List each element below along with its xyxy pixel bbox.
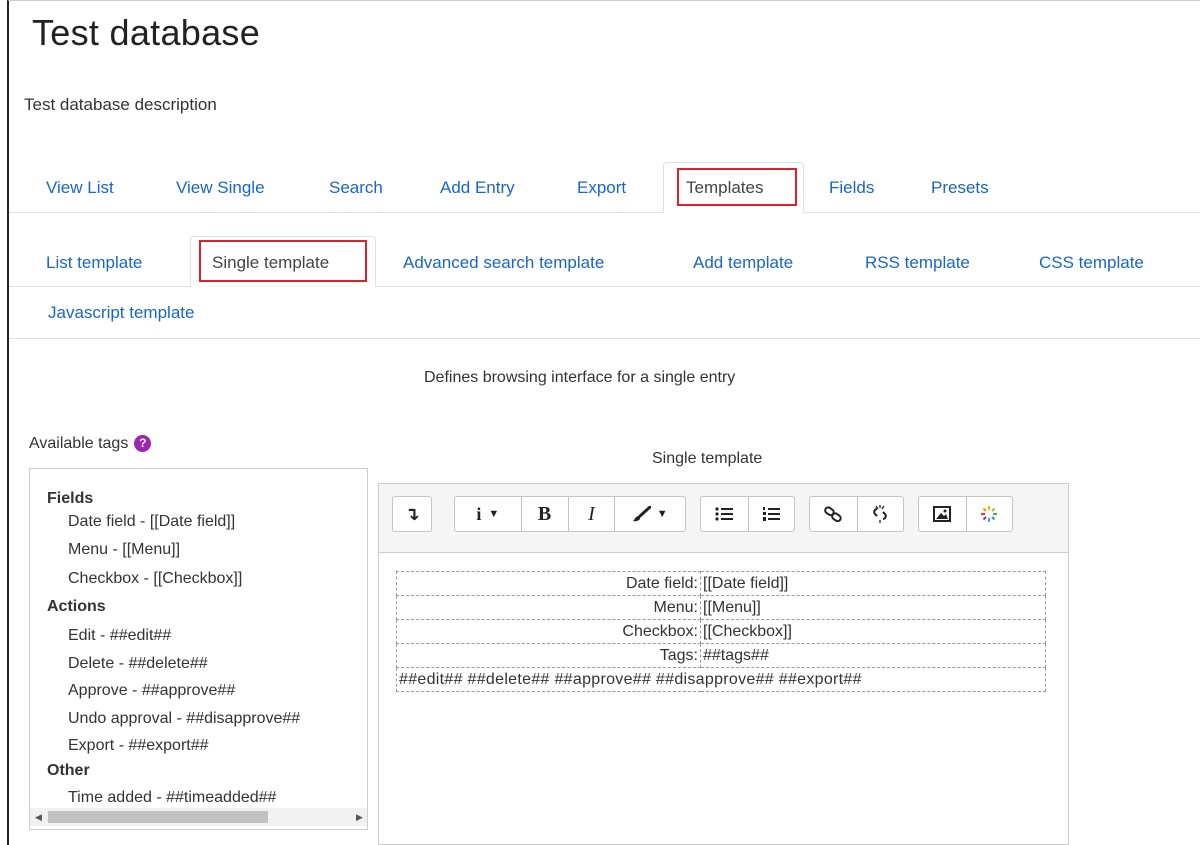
toolbar-group-format: i ▼ B I ▼: [454, 496, 686, 532]
tab-search[interactable]: Search: [329, 178, 383, 198]
available-tags-heading: Available tags?: [29, 435, 152, 453]
tag-item[interactable]: Menu - [[Menu]]: [68, 541, 180, 559]
available-tags-label: Available tags: [29, 435, 129, 452]
editor-caption: Single template: [652, 450, 763, 467]
chevron-down-icon: ▼: [656, 508, 668, 520]
tag-item[interactable]: Delete - ##delete##: [68, 655, 208, 673]
toggle-toolbar-icon[interactable]: ↴: [393, 497, 431, 531]
question-circle-icon[interactable]: ?: [134, 435, 152, 453]
scroll-left-arrow-icon[interactable]: ◀: [35, 812, 42, 823]
tab-add-template[interactable]: Add template: [693, 253, 793, 273]
tab-list-template[interactable]: List template: [46, 253, 142, 273]
italic-icon[interactable]: I: [569, 497, 616, 531]
row-label: Checkbox:: [396, 619, 701, 644]
tag-item[interactable]: Time added - ##timeadded##: [68, 789, 276, 807]
secondary-tabs-baseline-2: [9, 338, 1200, 339]
tab-view-list[interactable]: View List: [46, 178, 114, 198]
tag-item[interactable]: Undo approval - ##disapprove##: [68, 710, 300, 728]
row-value: [[Menu]]: [700, 595, 1046, 620]
table-row: Tags: ##tags##: [396, 643, 1046, 668]
template-editor[interactable]: ↴ i ▼ B I ▼ Date field: [[Date field]] M…: [378, 483, 1069, 845]
numbered-list-glyph: [763, 507, 781, 521]
tab-advanced-search-template[interactable]: Advanced search template: [403, 253, 604, 273]
row-label: Menu:: [396, 595, 701, 620]
page-title: Test database: [32, 12, 261, 53]
image-icon[interactable]: [919, 497, 967, 531]
font-color-icon[interactable]: ▼: [615, 497, 685, 531]
toolbar-group-lists: [700, 496, 795, 532]
tag-item[interactable]: Edit - ##edit##: [68, 627, 171, 645]
bullet-list-icon[interactable]: [701, 497, 749, 531]
horizontal-scroll-thumb[interactable]: [48, 811, 268, 823]
image-glyph: [933, 506, 952, 522]
available-tags-list[interactable]: Fields Date field - [[Date field]] Menu …: [29, 468, 368, 830]
tab-rss-template[interactable]: RSS template: [865, 253, 970, 273]
tag-item[interactable]: Checkbox - [[Checkbox]]: [68, 570, 242, 588]
link-glyph: [824, 506, 842, 522]
unlink-glyph: [873, 505, 887, 523]
bold-icon[interactable]: B: [522, 497, 569, 531]
template-content-table[interactable]: Date field: [[Date field]] Menu: [[Menu]…: [396, 571, 1046, 692]
unlink-icon[interactable]: [858, 497, 904, 531]
primary-tabs-baseline: [9, 212, 1200, 213]
brush-glyph: [632, 506, 651, 522]
editor-toolbar: ↴ i ▼ B I ▼: [379, 484, 1068, 553]
tag-group-fields: Fields: [47, 490, 94, 507]
tag-group-other: Other: [47, 762, 90, 779]
tab-presets[interactable]: Presets: [931, 178, 989, 198]
numbered-list-icon[interactable]: [749, 497, 795, 531]
paragraph-style-glyph: i: [476, 503, 482, 524]
tab-fields[interactable]: Fields: [829, 178, 874, 198]
row-value: [[Checkbox]]: [700, 619, 1046, 644]
toolbar-group-toggle: ↴: [392, 496, 432, 532]
secondary-tabs-baseline-1: [9, 286, 1200, 287]
page-description: Test database description: [24, 95, 217, 114]
table-row: ##edit## ##delete## ##approve## ##disapp…: [396, 667, 1046, 692]
tab-javascript-template[interactable]: Javascript template: [48, 303, 194, 323]
row-label: Date field:: [396, 571, 701, 596]
media-icon[interactable]: [967, 497, 1013, 531]
tab-add-entry[interactable]: Add Entry: [440, 178, 515, 198]
toolbar-group-links: [809, 496, 904, 532]
template-description: Defines browsing interface for a single …: [424, 369, 736, 386]
bullet-list-glyph: [715, 507, 734, 521]
table-row: Menu: [[Menu]]: [396, 595, 1046, 620]
table-row: Date field: [[Date field]]: [396, 571, 1046, 596]
row-value: ##tags##: [700, 643, 1046, 668]
table-row: Checkbox: [[Checkbox]]: [396, 619, 1046, 644]
tab-export[interactable]: Export: [577, 178, 626, 198]
paragraph-style-icon[interactable]: i ▼: [455, 497, 522, 531]
row-label: Tags:: [396, 643, 701, 668]
scroll-right-arrow-icon[interactable]: ▶: [356, 812, 363, 823]
actions-row: ##edit## ##delete## ##approve## ##disapp…: [396, 667, 1046, 692]
horizontal-scrollbar[interactable]: ◀ ▶: [30, 808, 367, 826]
tab-templates[interactable]: Templates: [686, 178, 763, 198]
media-glyph: [981, 506, 998, 522]
tag-item[interactable]: Approve - ##approve##: [68, 682, 235, 700]
tab-single-template[interactable]: Single template: [212, 253, 329, 273]
tag-group-actions: Actions: [47, 598, 106, 615]
chevron-down-icon: ▼: [488, 508, 500, 520]
tab-css-template[interactable]: CSS template: [1039, 253, 1144, 273]
tag-item[interactable]: Export - ##export##: [68, 737, 209, 755]
toolbar-group-media: [918, 496, 1013, 532]
tag-item[interactable]: Date field - [[Date field]]: [68, 513, 235, 531]
link-icon[interactable]: [810, 497, 858, 531]
row-value: [[Date field]]: [700, 571, 1046, 596]
tab-view-single[interactable]: View Single: [176, 178, 265, 198]
